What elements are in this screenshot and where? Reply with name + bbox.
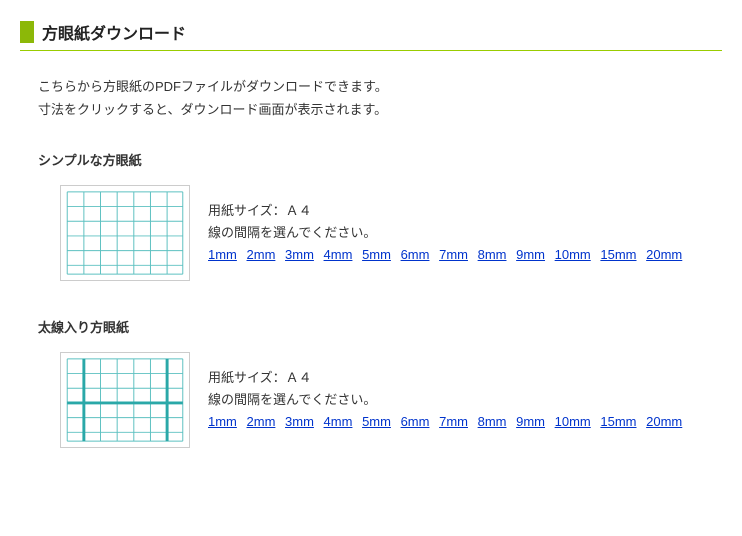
page-title: 方眼紙ダウンロード xyxy=(20,20,722,51)
size-link[interactable]: 3mm xyxy=(285,247,314,262)
size-link[interactable]: 15mm xyxy=(600,414,636,429)
size-link[interactable]: 7mm xyxy=(439,414,468,429)
intro-line-1: こちらから方眼紙のPDFファイルがダウンロードできます。 xyxy=(38,75,722,98)
item-info-bold: 用紙サイズ：Ａ４ 線の間隔を選んでください。 1mm 2mm 3mm 4mm 5… xyxy=(208,367,688,433)
size-link[interactable]: 8mm xyxy=(478,247,507,262)
grid-icon xyxy=(61,186,189,280)
size-link[interactable]: 9mm xyxy=(516,247,545,262)
paper-size-simple: 用紙サイズ：Ａ４ xyxy=(208,200,688,222)
intro-line-2: 寸法をクリックすると、ダウンロード画面が表示されます。 xyxy=(38,98,722,121)
title-accent-bar xyxy=(20,21,34,43)
size-link[interactable]: 1mm xyxy=(208,414,237,429)
size-links-simple: 1mm 2mm 3mm 4mm 5mm 6mm 7mm 8mm 9mm 10mm… xyxy=(208,244,688,266)
size-link[interactable]: 1mm xyxy=(208,247,237,262)
intro-text: こちらから方眼紙のPDFファイルがダウンロードできます。 寸法をクリックすると、… xyxy=(38,75,722,122)
size-link[interactable]: 8mm xyxy=(478,414,507,429)
size-link[interactable]: 20mm xyxy=(646,247,682,262)
size-link[interactable]: 15mm xyxy=(600,247,636,262)
grid-bold-icon xyxy=(61,353,189,447)
item-info-simple: 用紙サイズ：Ａ４ 線の間隔を選んでください。 1mm 2mm 3mm 4mm 5… xyxy=(208,200,688,266)
page-title-text: 方眼紙ダウンロード xyxy=(42,20,186,44)
size-link[interactable]: 5mm xyxy=(362,414,391,429)
section-heading-simple: シンプルな方眼紙 xyxy=(38,150,722,169)
instruction-bold: 線の間隔を選んでください。 xyxy=(208,389,688,411)
item-row-bold: 用紙サイズ：Ａ４ 線の間隔を選んでください。 1mm 2mm 3mm 4mm 5… xyxy=(60,352,722,448)
size-link[interactable]: 20mm xyxy=(646,414,682,429)
size-link[interactable]: 6mm xyxy=(401,414,430,429)
paper-size-bold: 用紙サイズ：Ａ４ xyxy=(208,367,688,389)
grid-thumbnail-bold xyxy=(60,352,190,448)
size-link[interactable]: 4mm xyxy=(324,247,353,262)
size-link[interactable]: 2mm xyxy=(247,247,276,262)
size-link[interactable]: 7mm xyxy=(439,247,468,262)
size-link[interactable]: 10mm xyxy=(555,247,591,262)
size-link[interactable]: 5mm xyxy=(362,247,391,262)
size-link[interactable]: 6mm xyxy=(401,247,430,262)
size-link[interactable]: 9mm xyxy=(516,414,545,429)
item-row-simple: 用紙サイズ：Ａ４ 線の間隔を選んでください。 1mm 2mm 3mm 4mm 5… xyxy=(60,185,722,281)
size-link[interactable]: 10mm xyxy=(555,414,591,429)
instruction-simple: 線の間隔を選んでください。 xyxy=(208,222,688,244)
size-link[interactable]: 3mm xyxy=(285,414,314,429)
size-link[interactable]: 2mm xyxy=(247,414,276,429)
grid-thumbnail-simple xyxy=(60,185,190,281)
section-heading-bold: 太線入り方眼紙 xyxy=(38,317,722,336)
size-links-bold: 1mm 2mm 3mm 4mm 5mm 6mm 7mm 8mm 9mm 10mm… xyxy=(208,411,688,433)
size-link[interactable]: 4mm xyxy=(324,414,353,429)
